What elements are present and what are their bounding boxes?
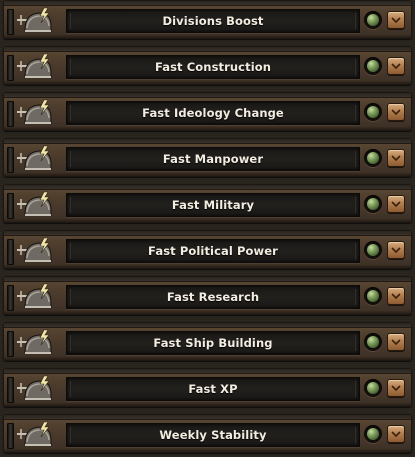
mod-name-plate: Fast Ideology Change — [66, 101, 360, 125]
mod-row-fast-ideology-change[interactable]: Fast Ideology Change — [3, 92, 412, 131]
mod-row-fast-political-power[interactable]: Fast Political Power — [3, 230, 412, 269]
expand-button[interactable] — [387, 287, 405, 305]
enabled-indicator[interactable] — [364, 287, 382, 305]
expand-button[interactable] — [387, 57, 405, 75]
chevron-down-icon — [391, 155, 401, 162]
enabled-indicator[interactable] — [364, 195, 382, 213]
chevron-down-icon — [391, 63, 401, 70]
expand-button[interactable] — [387, 195, 405, 213]
mod-row-fast-construction[interactable]: Fast Construction — [3, 46, 412, 85]
green-led-icon — [367, 336, 379, 348]
mod-name-plate: Divisions Boost — [66, 9, 360, 33]
green-led-icon — [367, 198, 379, 210]
mod-name: Divisions Boost — [162, 14, 264, 28]
green-led-icon — [367, 60, 379, 72]
helmet-lightning-icon — [13, 144, 57, 174]
expand-button[interactable] — [387, 379, 405, 397]
mod-name: Fast Manpower — [162, 152, 264, 166]
mod-name-plate: Fast Manpower — [66, 147, 360, 171]
helmet-lightning-icon — [13, 420, 57, 450]
enabled-indicator[interactable] — [364, 103, 382, 121]
mod-row-weekly-stability[interactable]: Weekly Stability — [3, 414, 412, 453]
helmet-lightning-icon — [13, 328, 57, 358]
enabled-indicator[interactable] — [364, 333, 382, 351]
mod-name: Fast Ship Building — [153, 336, 273, 350]
mod-row-fast-military[interactable]: Fast Military — [3, 184, 412, 223]
enabled-indicator[interactable] — [364, 57, 382, 75]
chevron-down-icon — [391, 17, 401, 24]
mod-name-plate: Fast XP — [66, 377, 360, 401]
mod-name-plate: Weekly Stability — [66, 423, 360, 447]
enabled-indicator[interactable] — [364, 241, 382, 259]
mod-name-plate: Fast Political Power — [66, 239, 360, 263]
mod-name: Weekly Stability — [159, 428, 267, 442]
chevron-down-icon — [391, 293, 401, 300]
green-led-icon — [367, 152, 379, 164]
chevron-down-icon — [391, 339, 401, 346]
expand-button[interactable] — [387, 149, 405, 167]
mod-name-plate: Fast Construction — [66, 55, 360, 79]
enabled-indicator[interactable] — [364, 11, 382, 29]
expand-button[interactable] — [387, 333, 405, 351]
chevron-down-icon — [391, 385, 401, 392]
enabled-indicator[interactable] — [364, 149, 382, 167]
chevron-down-icon — [391, 109, 401, 116]
expand-button[interactable] — [387, 103, 405, 121]
mod-name-plate: Fast Military — [66, 193, 360, 217]
green-led-icon — [367, 382, 379, 394]
mod-name: Fast Research — [166, 290, 260, 304]
helmet-lightning-icon — [13, 98, 57, 128]
mod-row-fast-manpower[interactable]: Fast Manpower — [3, 138, 412, 177]
mod-name: Fast Political Power — [148, 244, 278, 258]
expand-button[interactable] — [387, 241, 405, 259]
green-led-icon — [367, 428, 379, 440]
enabled-indicator[interactable] — [364, 379, 382, 397]
mod-name: Fast Military — [171, 198, 255, 212]
green-led-icon — [367, 244, 379, 256]
expand-button[interactable] — [387, 425, 405, 443]
helmet-lightning-icon — [13, 282, 57, 312]
helmet-lightning-icon — [13, 6, 57, 36]
green-led-icon — [367, 14, 379, 26]
mod-name: Fast Construction — [154, 60, 272, 74]
helmet-lightning-icon — [13, 236, 57, 266]
green-led-icon — [367, 290, 379, 302]
mod-name-plate: Fast Ship Building — [66, 331, 360, 355]
mod-row-fast-ship-building[interactable]: Fast Ship Building — [3, 322, 412, 361]
mod-row-divisions-boost[interactable]: Divisions Boost — [3, 0, 412, 39]
mod-name: Fast XP — [188, 382, 238, 396]
helmet-lightning-icon — [13, 190, 57, 220]
chevron-down-icon — [391, 431, 401, 438]
enabled-indicator[interactable] — [364, 425, 382, 443]
green-led-icon — [367, 106, 379, 118]
expand-button[interactable] — [387, 11, 405, 29]
helmet-lightning-icon — [13, 374, 57, 404]
mod-name-plate: Fast Research — [66, 285, 360, 309]
chevron-down-icon — [391, 201, 401, 208]
chevron-down-icon — [391, 247, 401, 254]
mod-list: Divisions Boost Fast Construction Fast I… — [0, 0, 415, 457]
mod-name: Fast Ideology Change — [142, 106, 284, 120]
helmet-lightning-icon — [13, 52, 57, 82]
mod-row-fast-research[interactable]: Fast Research — [3, 276, 412, 315]
mod-row-fast-xp[interactable]: Fast XP — [3, 368, 412, 407]
